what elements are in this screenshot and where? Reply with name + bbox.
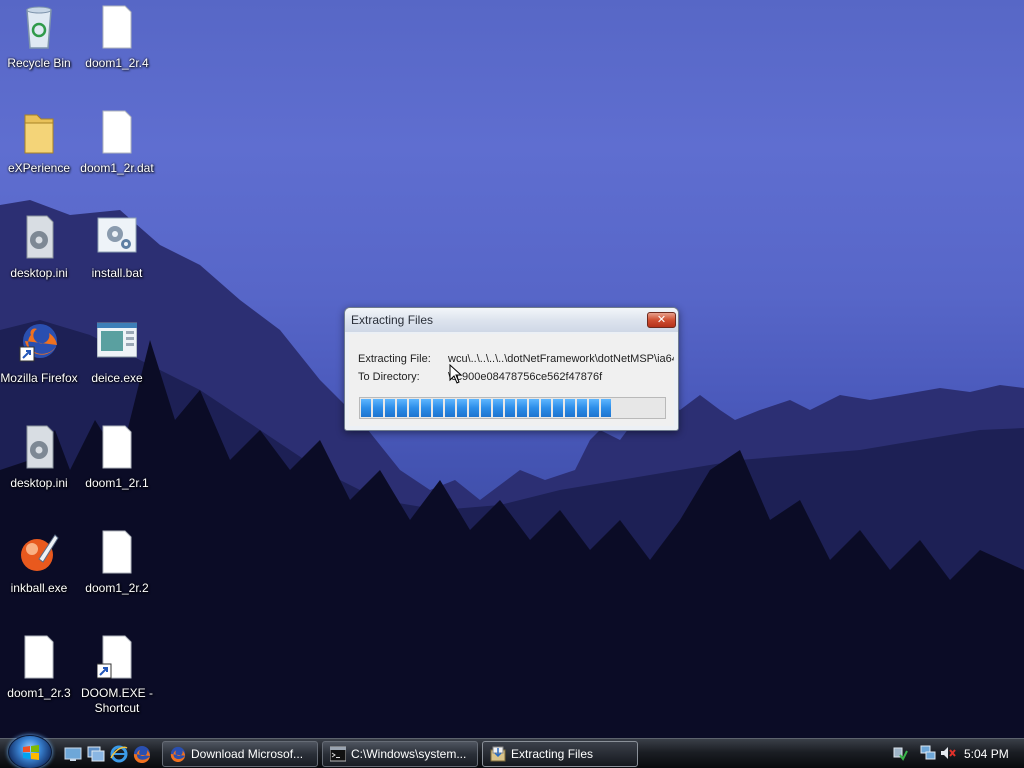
- progress-segment: [409, 399, 419, 417]
- dialog-titlebar[interactable]: Extracting Files ✕: [345, 308, 678, 332]
- settings-file-desktop-icon[interactable]: desktop.ini: [0, 214, 78, 304]
- application-window-icon: [97, 322, 137, 358]
- folder-desktop-icon[interactable]: eXPerience: [0, 109, 78, 199]
- progress-segment: [481, 399, 491, 417]
- internet-explorer-icon[interactable]: [110, 745, 128, 763]
- progress-segment: [541, 399, 551, 417]
- console-icon: [330, 746, 346, 762]
- icon-label: doom1_2r.4: [85, 56, 149, 70]
- volume-muted-icon[interactable]: [940, 745, 956, 761]
- switch-windows-icon[interactable]: [87, 745, 105, 763]
- icon-label: Mozilla Firefox: [0, 371, 78, 385]
- file-icon: [102, 110, 132, 154]
- progress-segment: [445, 399, 455, 417]
- progress-segment: [373, 399, 383, 417]
- settings-file-icon: [26, 215, 54, 259]
- extracting-file-value: wcu\..\..\..\..\dotNetFramework\dotNetMS…: [448, 353, 674, 365]
- progress-segment: [565, 399, 575, 417]
- mouse-cursor-icon: [449, 364, 463, 384]
- windows-logo-icon: [23, 745, 39, 760]
- file-icon: [102, 5, 132, 49]
- progress-segment: [529, 399, 539, 417]
- file-icon: [102, 530, 132, 574]
- progress-segment: [589, 399, 599, 417]
- icon-label: DOOM.EXE - Shortcut: [80, 686, 153, 715]
- shortcut-desktop-icon[interactable]: DOOM.EXE - Shortcut: [78, 634, 156, 724]
- settings-file-desktop-icon[interactable]: desktop.ini: [0, 424, 78, 514]
- icon-label: doom1_2r.1: [85, 476, 149, 490]
- taskbar-button-label: Extracting Files: [511, 747, 594, 761]
- extracting-file-label: Extracting File:: [358, 353, 431, 365]
- file-icon: [24, 635, 54, 679]
- network-icon[interactable]: [920, 745, 936, 761]
- dialog-title: Extracting Files: [351, 313, 434, 327]
- progress-segment: [493, 399, 503, 417]
- file-desktop-icon[interactable]: doom1_2r.4: [78, 4, 156, 94]
- folder-icon: [24, 114, 54, 154]
- taskbar-button-console[interactable]: C:\Windows\system...: [322, 741, 478, 767]
- installer-icon: [490, 746, 506, 762]
- recycle-bin-desktop-icon[interactable]: Recycle Bin: [0, 4, 78, 94]
- file-desktop-icon[interactable]: doom1_2r.1: [78, 424, 156, 514]
- progress-bar: [359, 397, 666, 419]
- close-button[interactable]: ✕: [647, 312, 676, 328]
- start-button[interactable]: [8, 735, 52, 768]
- progress-segment: [601, 399, 611, 417]
- icon-label: desktop.ini: [10, 266, 68, 280]
- progress-segment: [553, 399, 563, 417]
- clock[interactable]: 5:04 PM: [964, 747, 1009, 761]
- icon-label: desktop.ini: [10, 476, 68, 490]
- show-desktop-icon[interactable]: [64, 745, 82, 763]
- progress-segment: [505, 399, 515, 417]
- firefox-icon: [170, 746, 186, 762]
- firefox-desktop-icon[interactable]: Mozilla Firefox: [0, 319, 78, 409]
- to-directory-label: To Directory:: [358, 371, 420, 383]
- progress-segment: [517, 399, 527, 417]
- taskbar-button-browser[interactable]: Download Microsof...: [162, 741, 318, 767]
- to-directory-value: \cc900e08478756ce562f47876f: [448, 371, 603, 383]
- progress-segment: [469, 399, 479, 417]
- icon-label: eXPerience: [7, 161, 71, 175]
- taskbar-button-label: C:\Windows\system...: [351, 747, 467, 761]
- icon-label: install.bat: [91, 266, 143, 280]
- icon-label: Recycle Bin: [7, 56, 71, 70]
- icon-label: inkball.exe: [10, 581, 68, 595]
- file-desktop-icon[interactable]: doom1_2r.dat: [78, 109, 156, 199]
- firefox-icon: [19, 324, 57, 362]
- taskbar-button-extracting[interactable]: Extracting Files: [482, 741, 638, 767]
- firefox-icon[interactable]: [133, 745, 151, 763]
- safely-remove-hardware-icon[interactable]: [892, 745, 908, 761]
- settings-file-icon: [26, 425, 54, 469]
- recycle-bin-icon: [26, 6, 52, 49]
- progress-segment: [421, 399, 431, 417]
- inkball-icon: [21, 534, 59, 571]
- progress-segment: [385, 399, 395, 417]
- desktop[interactable]: Recycle Bin eXPerience desktop.ini Mozil…: [0, 0, 1024, 738]
- progress-segment: [397, 399, 407, 417]
- taskbar-button-label: Download Microsof...: [191, 747, 304, 761]
- progress-segment: [577, 399, 587, 417]
- batch-file-desktop-icon[interactable]: install.bat: [78, 214, 156, 304]
- progress-segment: [361, 399, 371, 417]
- icon-label: doom1_2r.2: [85, 581, 149, 595]
- progress-segment: [433, 399, 443, 417]
- progress-fill: [361, 399, 611, 417]
- inkball-desktop-icon[interactable]: inkball.exe: [0, 529, 78, 619]
- dialog-body: Extracting File: wcu\..\..\..\..\dotNetF…: [349, 334, 674, 426]
- icon-label: doom1_2r.3: [7, 686, 71, 700]
- shortcut-file-icon: [97, 635, 132, 679]
- icon-label: deice.exe: [91, 371, 143, 385]
- application-desktop-icon[interactable]: deice.exe: [78, 319, 156, 409]
- file-icon: [102, 425, 132, 469]
- system-tray: 5:04 PM: [886, 739, 1024, 768]
- extracting-files-dialog[interactable]: Extracting Files ✕ Extracting File: wcu\…: [344, 307, 679, 431]
- progress-segment: [457, 399, 467, 417]
- batch-file-icon: [97, 217, 137, 253]
- file-desktop-icon[interactable]: doom1_2r.2: [78, 529, 156, 619]
- file-desktop-icon[interactable]: doom1_2r.3: [0, 634, 78, 724]
- icon-label: doom1_2r.dat: [80, 161, 154, 175]
- close-icon: ✕: [656, 313, 667, 326]
- taskbar: Download Microsof... C:\Windows\system..…: [0, 735, 1024, 768]
